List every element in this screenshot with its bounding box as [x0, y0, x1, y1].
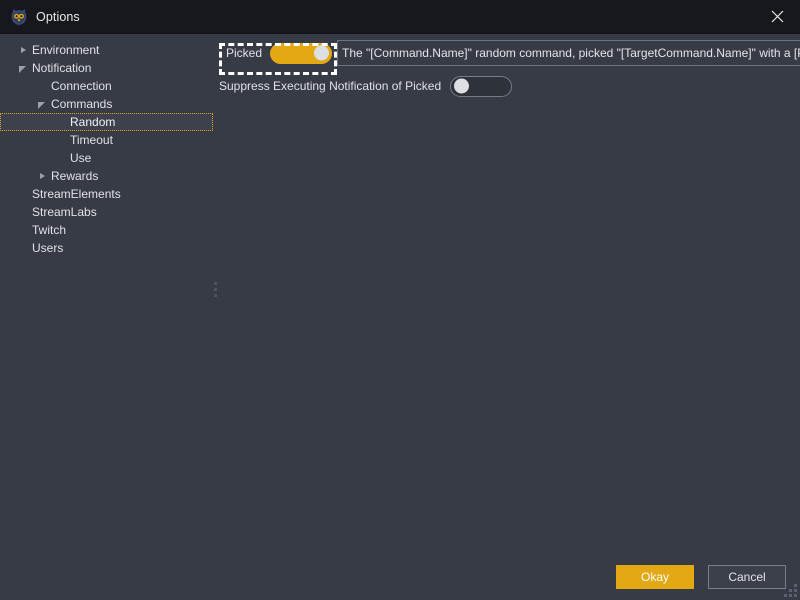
sidebar-item-label: Commands	[51, 97, 113, 111]
picked-label: Picked	[226, 46, 263, 60]
sidebar-item-connection[interactable]: Connection	[0, 77, 213, 95]
chevron-right-icon[interactable]	[17, 44, 30, 57]
window-title: Options	[36, 9, 80, 24]
sidebar-item-label: StreamLabs	[32, 205, 97, 219]
sidebar-item-commands[interactable]: Commands	[0, 95, 213, 113]
close-button[interactable]	[754, 0, 800, 33]
window-controls	[754, 0, 800, 33]
owl-logo-icon	[10, 8, 28, 26]
picked-toggle[interactable]	[270, 42, 333, 64]
chevron-right-icon[interactable]	[36, 170, 49, 183]
sidebar-item-twitch[interactable]: Twitch	[0, 221, 213, 239]
chevron-down-icon[interactable]	[17, 62, 30, 75]
sidebar-item-environment[interactable]: Environment	[0, 41, 213, 59]
splitter-grip	[214, 282, 218, 300]
settings-content-pane: Picked The "[Command.Name]" random comma…	[219, 34, 800, 554]
sidebar-item-label: Rewards	[51, 169, 99, 183]
sidebar-item-notification[interactable]: Notification	[0, 59, 213, 77]
chevron-down-icon[interactable]	[36, 98, 49, 111]
close-icon	[771, 10, 783, 23]
sidebar-item-streamlabs[interactable]: StreamLabs	[0, 203, 213, 221]
sidebar-item-rewards[interactable]: Rewards	[0, 167, 213, 185]
sidebar-item-users[interactable]: Users	[0, 239, 213, 257]
sidebar-item-label: Twitch	[32, 223, 67, 237]
sidebar-item-random[interactable]: Random	[0, 113, 213, 131]
resize-grip[interactable]	[784, 584, 797, 597]
sidebar-item-timeout[interactable]: Timeout	[0, 131, 213, 149]
title-bar: Options	[0, 0, 800, 34]
dialog-footer: Okay Cancel	[0, 554, 800, 600]
sidebar-item-use[interactable]: Use	[0, 149, 213, 167]
cancel-button[interactable]: Cancel	[708, 565, 786, 589]
sidebar-item-label: Timeout	[70, 133, 113, 147]
sidebar-item-label: StreamElements	[32, 187, 121, 201]
sidebar-item-label: Environment	[32, 43, 100, 57]
sidebar-item-label: Users	[32, 241, 64, 255]
suppress-toggle[interactable]	[450, 75, 513, 97]
sidebar-item-label: Random	[70, 115, 116, 129]
okay-button[interactable]: Okay	[616, 565, 694, 589]
sidebar-item-streamelements[interactable]: StreamElements	[0, 185, 213, 203]
picked-message-input[interactable]: The "[Command.Name]" random command, pic…	[337, 40, 800, 66]
settings-tree[interactable]: Environment Notification Connection Command…	[0, 34, 213, 554]
suppress-row: Suppress Executing Notification of Picke…	[219, 74, 513, 98]
sidebar-item-label: Notification	[32, 61, 92, 75]
suppress-label: Suppress Executing Notification of Picke…	[219, 79, 442, 93]
sidebar-item-label: Use	[70, 151, 92, 165]
sidebar-item-label: Connection	[51, 79, 112, 93]
toggle-knob	[454, 78, 470, 94]
picked-row: Picked The "[Command.Name]" random comma…	[219, 37, 800, 75]
toggle-knob	[314, 45, 330, 61]
options-window: Options Environment Notification Connectio…	[0, 0, 800, 600]
window-body: Environment Notification Connection Command…	[0, 34, 800, 554]
